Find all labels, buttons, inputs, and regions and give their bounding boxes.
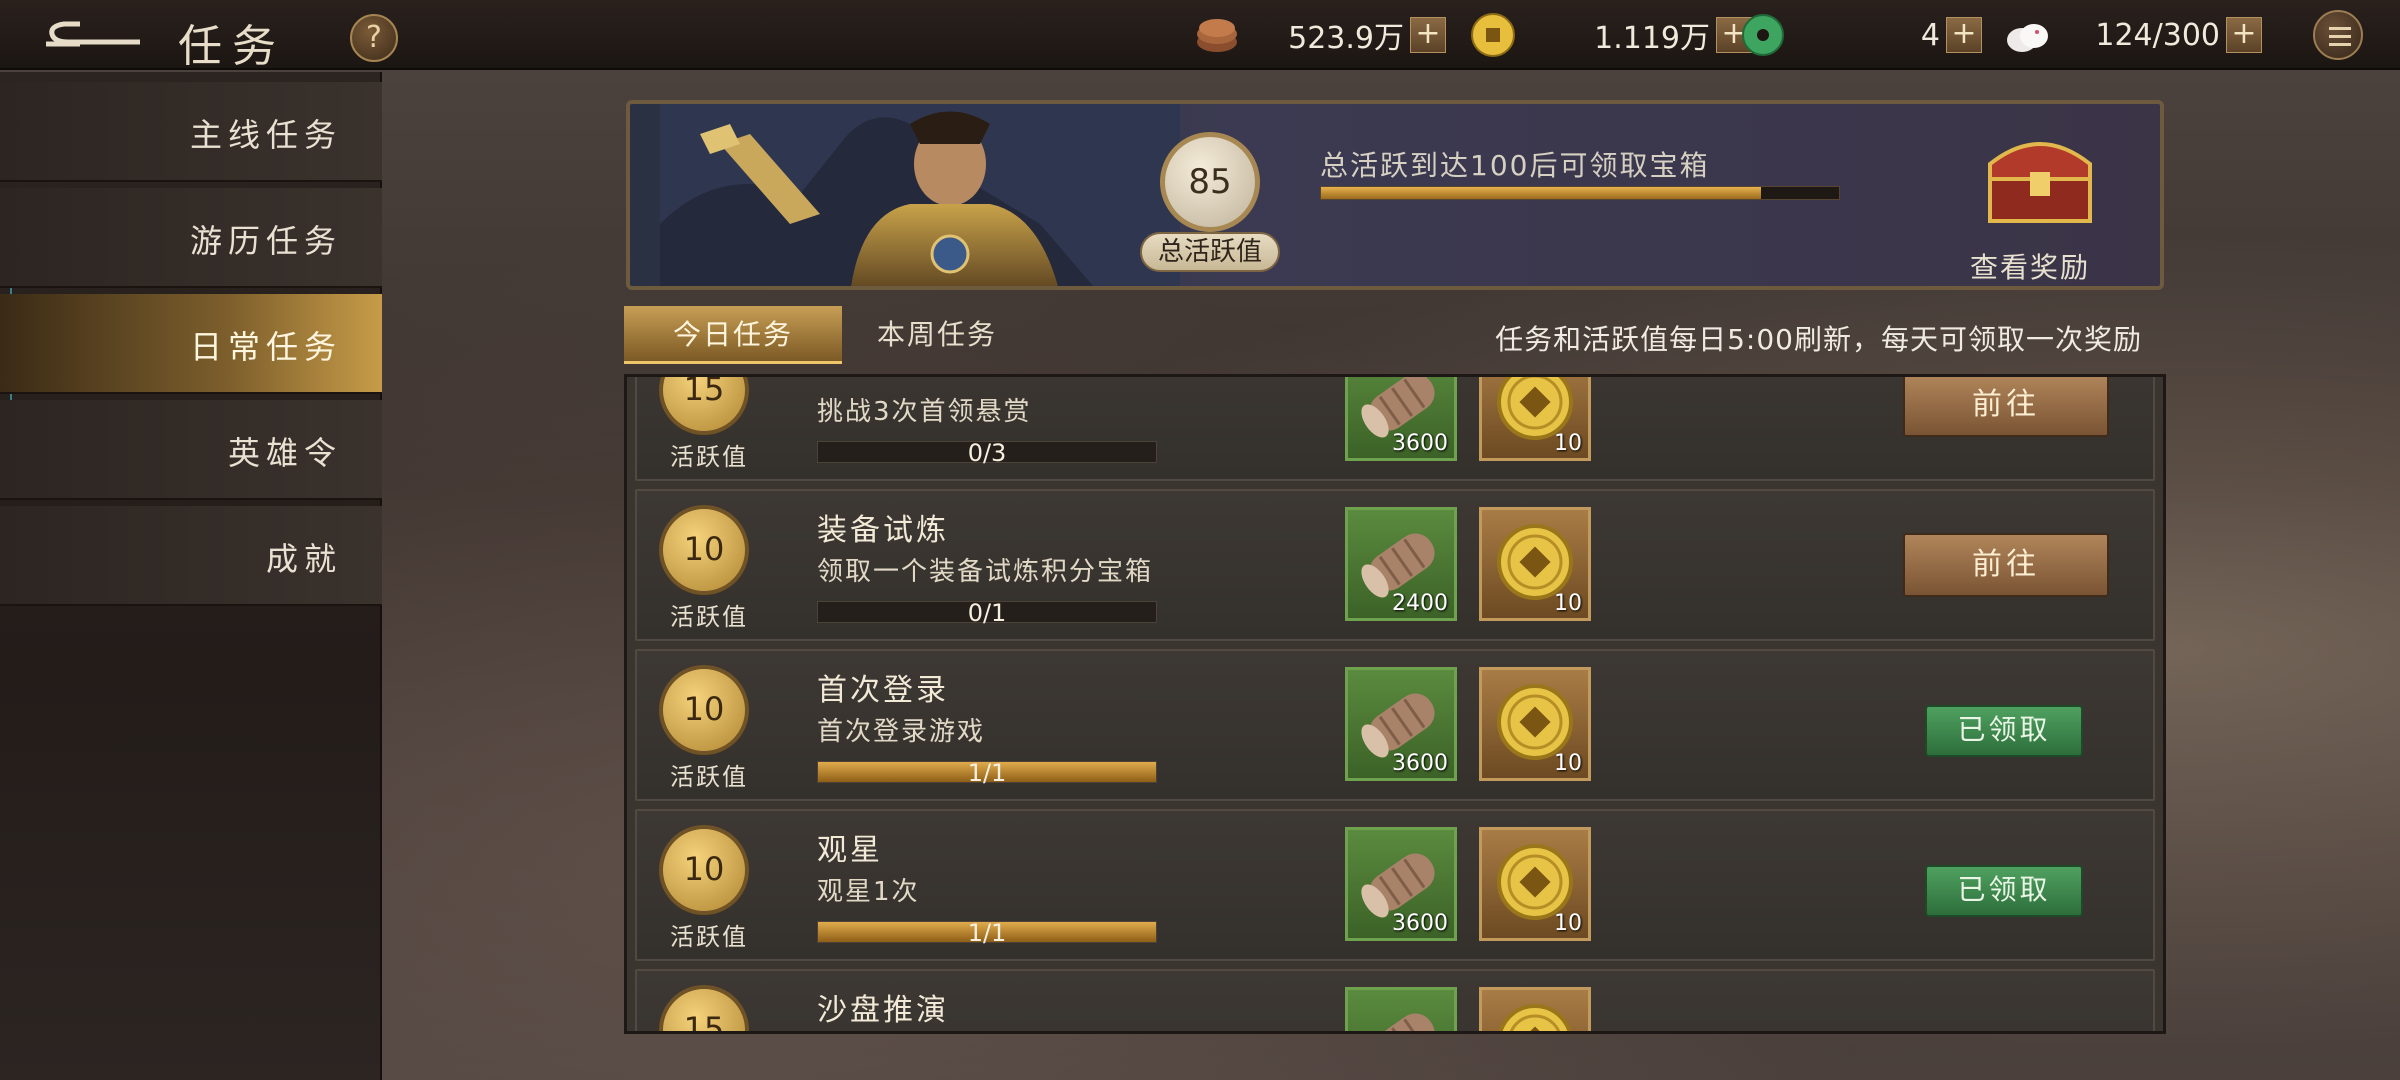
reward-quantity: 10 [1554,431,1582,456]
activity-message: 总活跃到达100后可领取宝箱 [1320,149,1710,182]
gold-coin-icon [1471,13,1515,57]
goto-button[interactable]: 前往 [1903,377,2109,437]
task-progress-bar: 0/1 [817,599,1157,627]
copper-value: 523.9万 [1288,21,1404,56]
reward-quantity: 10 [1554,911,1582,936]
reward-quantity: 3600 [1392,431,1448,456]
copper-resource: 523.9万 + [1194,12,1464,58]
sidebar-item-daily-quest[interactable]: 日常任务 [0,294,382,394]
task-row: 10 活跃值 观星 观星1次 1/1 3600 10 已领取 [635,809,2155,961]
jade-disc-icon [1742,14,1784,56]
activity-points-medal: 10 [659,665,749,755]
gold-value: 1.119万 [1594,21,1710,56]
back-arrow-icon[interactable] [40,14,150,56]
treasure-chest-icon[interactable] [1980,134,2100,224]
activity-points-label: 活跃值 [670,923,748,951]
task-description: 观星1次 [817,877,920,907]
page-title: 任务 [178,21,286,72]
activity-points-label: 活跃值 [670,603,748,631]
task-progress-text: 0/1 [967,599,1007,627]
task-progress-bar: 0/3 [817,439,1157,467]
task-progress-text: 0/3 [967,439,1007,467]
goto-button[interactable]: 前往 [1903,533,2109,597]
task-progress-text: 1/1 [967,759,1007,787]
activity-points-label: 活跃值 [670,763,748,791]
reward-quantity: 10 [1554,751,1582,776]
sidebar-item-label: 主线任务 [189,116,342,154]
sidebar-item-main-quest[interactable]: 主线任务 [0,82,382,182]
refresh-note: 任务和活跃值每日5:00刷新，每天可领取一次奖励 [1495,323,2142,356]
sidebar-item-label: 日常任务 [189,328,342,366]
task-category-sidebar: 主线任务 游历任务 日常任务 英雄令 成就 [0,72,382,1080]
view-reward-link[interactable]: 查看奖励 [1970,246,2090,286]
top-bar: 任务 ? 523.9万 + 1.119万 + 4 + 124/300 + [0,0,2400,72]
task-progress-text: 1/1 [967,919,1007,947]
activity-points-label: 活跃值 [670,443,748,471]
task-row: 15 沙盘推演 [635,969,2155,1031]
stamina-add-button[interactable]: + [2226,17,2262,53]
activity-points-medal: 15 [659,985,749,1031]
copper-coins-icon [1197,19,1237,52]
sidebar-item-travel-quest[interactable]: 游历任务 [0,188,382,288]
reward-gold-coin-icon[interactable]: 10 [1479,377,1591,461]
task-title: 沙盘推演 [817,993,949,1028]
stamina-resource: 124/300 + [2004,12,2274,58]
jade-resource: 4 + [1740,12,2000,58]
sidebar-item-hero-order[interactable]: 英雄令 [0,400,382,500]
task-row: 10 活跃值 装备试炼 领取一个装备试炼积分宝箱 0/1 2400 10 前往 [635,489,2155,641]
copper-add-button[interactable]: + [1410,17,1446,53]
activity-progress-bar [1320,186,1840,200]
activity-progress-fill [1321,187,1762,199]
sidebar-item-label: 成就 [265,540,342,578]
jade-add-button[interactable]: + [1946,17,1982,53]
reward-scroll-icon[interactable]: 3600 [1345,377,1457,461]
help-button[interactable]: ? [350,14,398,62]
activity-banner: 85 总活跃值 总活跃到达100后可领取宝箱 查看奖励 [626,100,2164,290]
reward-scroll-icon[interactable]: 3600 [1345,827,1457,941]
activity-points-medal: 10 [659,825,749,915]
reward-quantity: 10 [1554,591,1582,616]
task-list[interactable]: 15 活跃值 挑战3次首领悬赏 0/3 3600 10 前往 10 活跃值 装备… [624,374,2166,1034]
reward-scroll-icon[interactable]: 2400 [1345,507,1457,621]
reward-quantity: 2400 [1392,591,1448,616]
task-title: 首次登录 [817,673,949,708]
reward-gold-coin-icon[interactable] [1479,987,1591,1031]
stamina-value: 124/300 [2095,17,2220,53]
tab-today-tasks[interactable]: 今日任务 [624,306,842,364]
task-description: 领取一个装备试炼积分宝箱 [817,557,1154,587]
task-description: 挑战3次首领悬赏 [817,397,1032,427]
reward-quantity: 3600 [1392,911,1448,936]
jade-value: 4 [1920,17,1940,53]
task-title: 装备试炼 [817,513,949,548]
reward-scroll-icon[interactable]: 3600 [1345,667,1457,781]
task-title: 观星 [817,833,883,868]
claimed-button[interactable]: 已领取 [1925,865,2083,917]
sidebar-item-achievement[interactable]: 成就 [0,506,382,606]
steamed-bun-icon [2007,24,2048,52]
task-row: 15 活跃值 挑战3次首领悬赏 0/3 3600 10 前往 [635,377,2155,481]
reward-scroll-icon[interactable] [1345,987,1457,1031]
task-row: 10 活跃值 首次登录 首次登录游戏 1/1 3600 10 已领取 [635,649,2155,801]
hero-portrait [660,104,1180,286]
tab-week-tasks[interactable]: 本周任务 [842,306,1032,364]
reward-gold-coin-icon[interactable]: 10 [1479,827,1591,941]
task-progress-bar: 1/1 [817,919,1157,947]
sidebar-item-label: 英雄令 [227,434,342,472]
activity-total-value: 85 [1160,132,1260,232]
sidebar-item-label: 游历任务 [189,222,342,260]
reward-quantity: 3600 [1392,751,1448,776]
menu-list-icon[interactable] [2313,10,2363,60]
claimed-button[interactable]: 已领取 [1925,705,2083,757]
reward-gold-coin-icon[interactable]: 10 [1479,667,1591,781]
reward-gold-coin-icon[interactable]: 10 [1479,507,1591,621]
task-description: 首次登录游戏 [817,717,986,747]
gold-resource: 1.119万 + [1470,12,1770,58]
activity-points-medal: 15 [659,377,749,435]
activity-points-medal: 10 [659,505,749,595]
task-tabs: 今日任务 本周任务 任务和活跃值每日5:00刷新，每天可领取一次奖励 [624,306,2164,364]
activity-total-label: 总活跃值 [1140,232,1280,272]
task-progress-bar: 1/1 [817,759,1157,787]
